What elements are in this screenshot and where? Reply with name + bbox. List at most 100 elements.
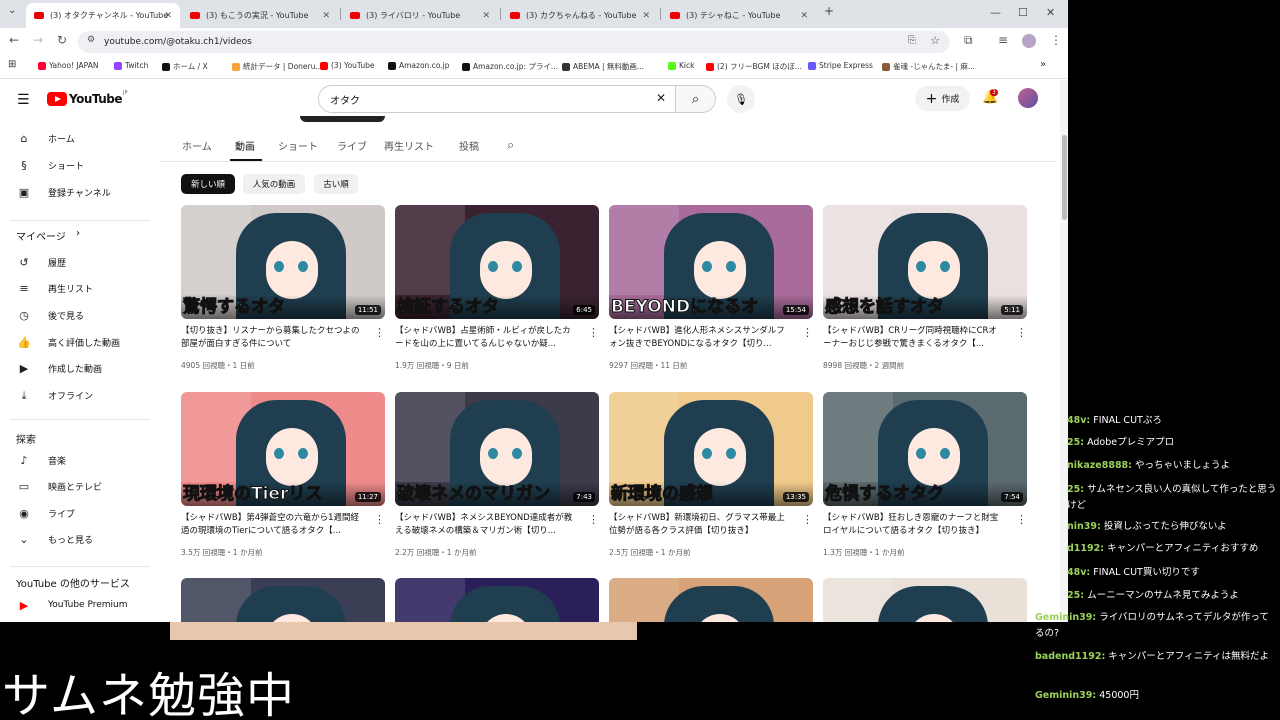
channel-tab[interactable]: ホーム — [182, 138, 212, 153]
sidebar-item[interactable]: ⌂ ホーム — [16, 129, 75, 147]
sidebar-item[interactable]: ▶ 作成した動画 — [16, 360, 102, 378]
video-thumbnail[interactable] — [395, 578, 599, 622]
video-thumbnail[interactable] — [823, 578, 1027, 622]
close-tab-icon[interactable]: ✕ — [164, 11, 172, 21]
sort-chip[interactable]: 古い順 — [314, 174, 358, 194]
guide-menu-icon[interactable]: ☰ — [17, 92, 30, 108]
video-thumbnail[interactable]: 検証するオタ 6:45 — [395, 205, 599, 319]
new-tab-icon[interactable]: + — [824, 4, 834, 18]
video-title[interactable]: 【切り抜き】リスナーから募集したクセつよの部屋が面白すぎる件について — [181, 325, 361, 352]
maximize-icon[interactable]: ☐ — [1018, 6, 1028, 19]
video-title[interactable]: 【シャドバWB】新環境初日、グラマス帯最上位勢が語る各クラス評価【切り抜き】 — [609, 512, 789, 539]
scrollbar-thumb[interactable] — [1062, 135, 1067, 220]
close-window-icon[interactable]: ✕ — [1046, 6, 1055, 19]
install-app-icon[interactable]: ⎘ — [908, 35, 916, 46]
clear-search-icon[interactable]: ✕ — [656, 91, 666, 105]
video-title[interactable]: 【シャドバWB】ネメシスBEYOND達成者が教える破壊ネメの構築＆マリガン術【切… — [395, 512, 575, 539]
browser-tab[interactable]: (3) カクちゃんねる - YouTube ✕ — [502, 3, 658, 28]
address-bar[interactable]: ⚙ youtube.com/@otaku.ch1/videos ⎘ ☆ — [78, 31, 950, 53]
video-thumbnail[interactable]: 新環境の感想 13:35 — [609, 392, 813, 506]
extensions-icon[interactable]: ⧉ — [964, 33, 973, 48]
video-more-icon[interactable]: ⋮ — [1016, 326, 1027, 339]
video-title[interactable]: 【シャドバWB】CRリーグ同時視聴枠にCRオーナーおじじ参戦で驚きまくるオタク【… — [823, 325, 1003, 352]
sidebar-item[interactable]: ◷ 後で見る — [16, 306, 84, 324]
channel-tab[interactable]: 投稿 — [459, 138, 479, 153]
bookmark-item[interactable]: Twitch — [114, 61, 148, 70]
tab-search-icon[interactable]: ⌄ — [8, 5, 16, 16]
apps-icon[interactable]: ⊞ — [8, 59, 16, 70]
video-more-icon[interactable]: ⋮ — [802, 326, 813, 339]
bookmark-item[interactable]: 雀魂 -じゃんたま- | 麻... — [882, 61, 975, 72]
browser-tab[interactable]: (3) ライバロリ - YouTube ✕ — [342, 3, 498, 28]
sort-chip[interactable]: 新しい順 — [181, 174, 235, 194]
bookmark-item[interactable]: 統計データ | Doneru... — [232, 61, 323, 72]
sidebar-item[interactable]: ≡ 再生リスト — [16, 280, 93, 298]
sidebar-item[interactable]: ◉ ライブ — [16, 504, 75, 522]
sidebar-item[interactable]: ♪ 音楽 — [16, 451, 66, 469]
channel-tab[interactable]: ショート — [278, 138, 318, 153]
close-tab-icon[interactable]: ✕ — [642, 11, 650, 21]
sidebar-item[interactable]: 👍 高く評価した動画 — [16, 333, 120, 351]
video-thumbnail[interactable]: 危惧するオタク 7:54 — [823, 392, 1027, 506]
more-bookmarks-icon[interactable]: » — [1040, 59, 1046, 70]
video-more-icon[interactable]: ⋮ — [374, 326, 385, 339]
account-avatar[interactable] — [1018, 88, 1038, 108]
sidebar-item[interactable]: ⤓ オフライン — [16, 387, 93, 405]
sidebar-item[interactable]: § ショート — [16, 156, 84, 174]
video-more-icon[interactable]: ⋮ — [802, 513, 813, 526]
search-button[interactable]: ⌕ — [676, 85, 716, 113]
browser-tab[interactable]: (3) テシャねこ - YouTube ✕ — [662, 3, 816, 28]
video-thumbnail[interactable] — [181, 578, 385, 622]
channel-tab[interactable]: ライブ — [337, 138, 367, 153]
forward-icon[interactable]: → — [33, 33, 43, 47]
sidebar-item[interactable]: ▭ 映画とテレビ — [16, 478, 102, 496]
browser-tab[interactable]: (3) もこうの実況 - YouTube ✕ — [182, 3, 338, 28]
bookmark-item[interactable]: Yahoo! JAPAN — [38, 61, 98, 70]
video-thumbnail[interactable]: 破壊ネメのマリガン 7:43 — [395, 392, 599, 506]
site-info-icon[interactable]: ⚙ — [87, 35, 95, 45]
bookmark-item[interactable]: Amazon.co.jp — [388, 61, 450, 70]
video-more-icon[interactable]: ⋮ — [588, 326, 599, 339]
search-input[interactable]: オタク — [318, 85, 676, 113]
video-thumbnail[interactable]: 感想を話すオタ 5:11 — [823, 205, 1027, 319]
back-icon[interactable]: ← — [9, 33, 19, 47]
channel-search-icon[interactable]: ⌕ — [507, 138, 514, 153]
video-title[interactable]: 【シャドバWB】進化人形ネメシスサンダルフォン抜きでBEYONDになるオタク【切… — [609, 325, 789, 352]
bookmark-star-icon[interactable]: ☆ — [930, 34, 940, 47]
video-more-icon[interactable]: ⋮ — [374, 513, 385, 526]
video-thumbnail[interactable]: BEYONDになるオ 15:54 — [609, 205, 813, 319]
bookmark-item[interactable]: (3) YouTube — [320, 61, 375, 70]
video-title[interactable]: 【シャドバWB】占星術師・ルビィが戻したカードを山の上に置いてるんじゃないか疑.… — [395, 325, 575, 352]
profile-avatar[interactable] — [1022, 34, 1036, 48]
video-thumbnail[interactable]: 驚愕するオタ 11:51 — [181, 205, 385, 319]
sidebar-section-you[interactable]: マイページ — [16, 228, 66, 243]
sort-chip[interactable]: 人気の動画 — [243, 174, 305, 194]
sidebar-item[interactable]: ⌄ もっと見る — [16, 531, 93, 549]
video-thumbnail[interactable] — [609, 578, 813, 622]
channel-tab[interactable]: 再生リスト — [384, 138, 434, 153]
sidebar-item[interactable]: ▶ YouTube Premium — [16, 596, 128, 614]
video-title[interactable]: 【シャドバWB】狂おしき恩寵のナーフと財宝ロイヤルについて語るオタク【切り抜き】 — [823, 512, 1003, 539]
channel-tab[interactable]: 動画 — [235, 138, 255, 153]
close-tab-icon[interactable]: ✕ — [800, 11, 808, 21]
close-tab-icon[interactable]: ✕ — [322, 11, 330, 21]
close-tab-icon[interactable]: ✕ — [482, 11, 490, 21]
sidebar-item[interactable]: ▣ 登録チャンネル — [16, 183, 111, 201]
chrome-menu-icon[interactable]: ⋮ — [1050, 33, 1062, 47]
bookmark-item[interactable]: ホーム / X — [162, 61, 208, 72]
create-button[interactable]: + 作成 — [915, 86, 970, 111]
minimize-icon[interactable]: — — [990, 6, 1001, 19]
video-title[interactable]: 【シャドバWB】第4弾蒼空の六竜から1週間経過の現環境のTierについて語るオタ… — [181, 512, 361, 539]
voice-search-button[interactable]: 🎙 — [727, 85, 755, 113]
reload-icon[interactable]: ↻ — [57, 33, 67, 47]
bookmark-item[interactable]: Kick — [668, 61, 694, 70]
bookmark-item[interactable]: Amazon.co.jp: プライ... — [462, 61, 558, 72]
video-more-icon[interactable]: ⋮ — [588, 513, 599, 526]
sidebar-item[interactable]: ↺ 履歴 — [16, 253, 66, 271]
youtube-logo[interactable]: YouTube JP — [47, 90, 128, 106]
browser-tab[interactable]: (3) オタクチャンネル - YouTube ✕ — [26, 3, 180, 28]
bookmark-item[interactable]: ABEMA | 無料動画... — [562, 61, 644, 72]
media-icon[interactable]: ≡ — [998, 33, 1008, 47]
video-thumbnail[interactable]: 現環境のTierリス 11:27 — [181, 392, 385, 506]
bookmark-item[interactable]: Stripe Express — [808, 61, 873, 70]
